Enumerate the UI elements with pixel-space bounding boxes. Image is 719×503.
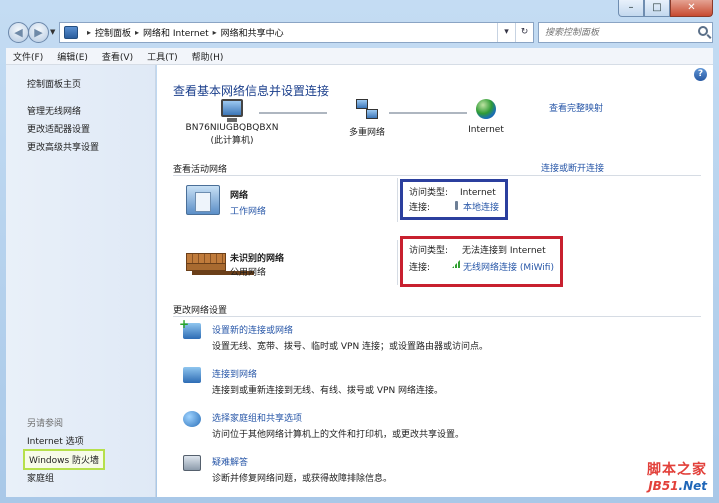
active-networks-header: 查看活动网络 (173, 165, 228, 175)
connect-network-icon (183, 367, 201, 383)
watermark: 脚本之家 JB51.Net (647, 459, 707, 493)
see-also-windows-firewall[interactable]: Windows 防火墙 (23, 449, 106, 470)
refresh-icon[interactable]: ↻ (515, 23, 533, 42)
homegroup-sharing-link[interactable]: 选择家庭组和共享选项 (212, 411, 302, 424)
task-pane: 控制面板主页 管理无线网络 更改适配器设置 更改高级共享设置 另请参阅 Inte… (6, 65, 156, 497)
maximize-button[interactable]: □ (644, 0, 670, 17)
connection-label: 连接: (409, 203, 431, 213)
network-type-link[interactable]: 工作网络 (230, 204, 266, 217)
menu-bar: 文件(F) 编辑(E) 查看(V) 工具(T) 帮助(H) (6, 48, 713, 65)
public-network-bench-icon[interactable] (186, 249, 226, 277)
access-type-value: Internet (460, 188, 496, 198)
network-name: 网络 (230, 191, 249, 201)
map-node-computer: BN76NIUGBQBQBXN (此计算机) (183, 99, 281, 146)
work-network-icon[interactable] (186, 185, 220, 215)
see-also-homegroup[interactable]: 家庭组 (27, 471, 54, 484)
task-description: 访问位于其他网络计算机上的文件和打印机，或更改共享设置。 (212, 430, 465, 440)
change-settings-header: 更改网络设置 (173, 306, 228, 316)
menu-edit[interactable]: 编辑(E) (57, 50, 88, 63)
task-description: 连接到或重新连接到无线、有线、拨号或 VPN 网络连接。 (212, 386, 444, 396)
setup-new-connection-link[interactable]: 设置新的连接或网络 (212, 323, 293, 336)
search-box[interactable] (538, 22, 713, 43)
access-type-label: 访问类型: (409, 188, 449, 198)
ethernet-icon (454, 201, 458, 210)
new-connection-icon (179, 317, 201, 339)
local-connection-link[interactable]: 本地连接 (463, 201, 499, 216)
window-frame: – □ ✕ ◀ ▶ ▼ ▸ 控制面板 ▸ 网络和 Internet ▸ 网络和共… (0, 0, 719, 503)
sidebar-advanced-sharing[interactable]: 更改高级共享设置 (27, 140, 99, 153)
highlight-box-red: 访问类型: 无法连接到 Internet 连接: 无线网络连接 (MiWifi) (400, 236, 563, 287)
menu-help[interactable]: 帮助(H) (192, 50, 224, 63)
search-icon[interactable] (698, 26, 708, 36)
control-panel-icon (64, 26, 78, 39)
network-type-label: 公用网络 (230, 268, 267, 278)
watermark-line1: 脚本之家 (647, 462, 707, 478)
multiple-networks-label: 多重网络 (348, 128, 385, 138)
computer-icon (221, 99, 243, 122)
address-bar[interactable]: ▸ 控制面板 ▸ 网络和 Internet ▸ 网络和共享中心 ▾ ↻ (59, 22, 534, 43)
homegroup-icon (183, 411, 201, 427)
breadcrumb-control-panel[interactable]: 控制面板 (95, 26, 131, 39)
navigation-bar: ◀ ▶ ▼ ▸ 控制面板 ▸ 网络和 Internet ▸ 网络和共享中心 ▾ … (6, 21, 713, 45)
section-divider (173, 316, 701, 317)
connection-label: 连接: (409, 263, 431, 273)
troubleshoot-icon (183, 455, 201, 471)
map-node-internet: Internet (461, 99, 511, 135)
sidebar-adapter-settings[interactable]: 更改适配器设置 (27, 122, 90, 135)
wifi-signal-icon (452, 260, 460, 268)
section-divider (173, 175, 701, 176)
multiple-networks-icon (356, 99, 378, 119)
troubleshoot-link[interactable]: 疑难解答 (212, 455, 248, 468)
breadcrumb-network-sharing-center[interactable]: 网络和共享中心 (221, 26, 284, 39)
see-full-map-link[interactable]: 查看完整映射 (549, 101, 603, 114)
recent-pages-dropdown[interactable]: ▼ (50, 28, 55, 36)
watermark-line2: JB51.Net (648, 479, 707, 493)
network-divider (397, 178, 398, 222)
help-icon[interactable]: ? (694, 68, 707, 81)
map-connector-line (389, 112, 467, 114)
internet-label: Internet (468, 125, 504, 135)
close-button[interactable]: ✕ (670, 0, 713, 17)
see-also-label: 另请参阅 (27, 419, 64, 429)
breadcrumb-separator-icon[interactable]: ▸ (213, 28, 217, 37)
see-also-internet-options[interactable]: Internet 选项 (27, 434, 84, 447)
main-content: ? 查看基本网络信息并设置连接 查看完整映射 BN76NIUGBQBQBXN (… (157, 65, 713, 497)
computer-name: BN76NIUGBQBQBXN (185, 123, 279, 133)
search-input[interactable] (539, 23, 689, 42)
computer-subtitle: (此计算机) (210, 136, 254, 146)
minimize-button[interactable]: – (618, 0, 644, 17)
menu-file[interactable]: 文件(F) (13, 50, 43, 63)
task-description: 设置无线、宽带、拨号、临时或 VPN 连接；或设置路由器或访问点。 (212, 342, 489, 352)
globe-icon (476, 99, 496, 119)
menu-tools[interactable]: 工具(T) (147, 50, 178, 63)
network-name: 未识别的网络 (230, 254, 285, 264)
window-controls: – □ ✕ (618, 0, 713, 17)
address-dropdown-icon[interactable]: ▾ (497, 23, 515, 42)
breadcrumb-separator-icon[interactable]: ▸ (87, 28, 91, 37)
highlight-box-blue: 访问类型: Internet 连接: 本地连接 (400, 179, 508, 220)
map-node-multiple-networks: 多重网络 (337, 99, 397, 138)
breadcrumb-network-internet[interactable]: 网络和 Internet (143, 26, 209, 39)
sidebar-manage-wireless[interactable]: 管理无线网络 (27, 104, 81, 117)
connect-disconnect-link[interactable]: 连接或断开连接 (541, 161, 604, 174)
wireless-connection-link[interactable]: 无线网络连接 (MiWifi) (463, 260, 554, 277)
sidebar-control-panel-home[interactable]: 控制面板主页 (27, 77, 81, 90)
forward-button[interactable]: ▶ (28, 22, 49, 43)
menu-view[interactable]: 查看(V) (102, 50, 133, 63)
back-button[interactable]: ◀ (8, 22, 29, 43)
connect-to-network-link[interactable]: 连接到网络 (212, 367, 257, 380)
page-title: 查看基本网络信息并设置连接 (173, 84, 330, 98)
breadcrumb-separator-icon[interactable]: ▸ (135, 28, 139, 37)
access-type-label: 访问类型: (409, 246, 449, 256)
network-divider (397, 240, 398, 285)
access-type-value: 无法连接到 Internet (462, 246, 546, 256)
task-description: 诊断并修复网络问题，或获得故障排除信息。 (212, 474, 393, 484)
